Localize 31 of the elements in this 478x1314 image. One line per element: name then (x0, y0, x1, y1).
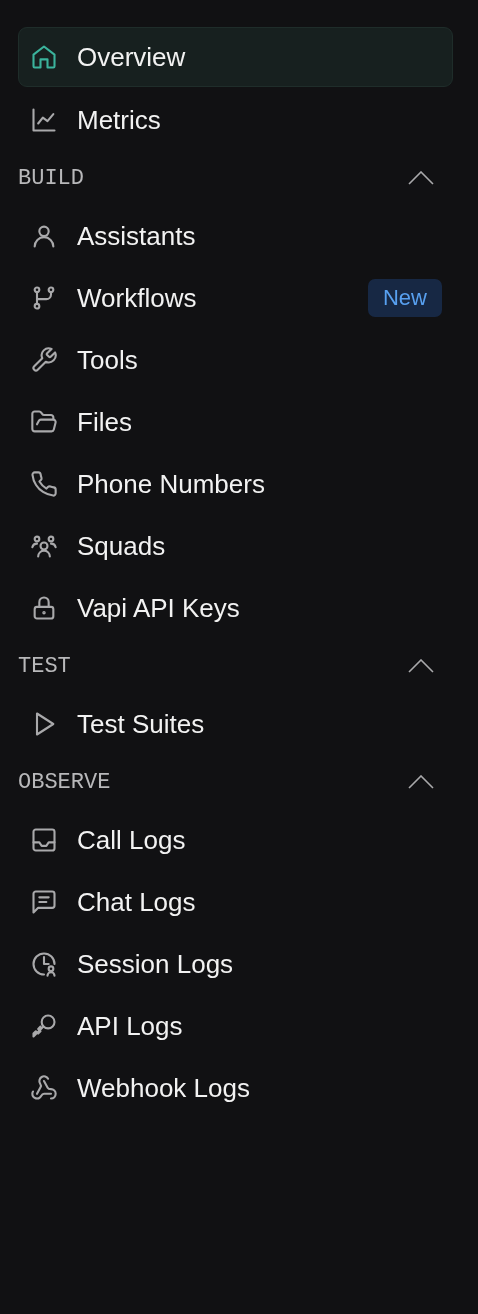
message-icon (30, 888, 58, 916)
nav-item[interactable]: Chat Logs (18, 871, 453, 933)
nav-item[interactable]: Overview (18, 27, 453, 87)
new-badge: New (368, 279, 442, 317)
section-title: OBSERVE (18, 768, 111, 797)
nav-item[interactable]: Tools (18, 329, 453, 391)
nav-item[interactable]: Assistants (18, 205, 453, 267)
home-icon (30, 43, 58, 71)
nav-item[interactable]: Vapi API Keys (18, 577, 453, 639)
wrench-icon (30, 346, 58, 374)
nav-item[interactable]: Test Suites (18, 693, 453, 755)
nav-item[interactable]: Workflows New (18, 267, 453, 329)
chevron-up-icon[interactable] (408, 659, 434, 673)
chart-icon (30, 106, 58, 134)
phone-icon (30, 470, 58, 498)
chevron-up-icon[interactable] (408, 171, 434, 185)
section-title: TEST (18, 652, 71, 681)
nav-item[interactable]: Metrics (18, 89, 453, 151)
webhook-icon (30, 1074, 58, 1102)
chevron-up-icon[interactable] (408, 775, 434, 789)
nav-item[interactable]: Call Logs (18, 809, 453, 871)
nav-item[interactable]: Squads (18, 515, 453, 577)
nav-item[interactable]: Webhook Logs (18, 1057, 453, 1119)
clock-user-icon (30, 950, 58, 978)
inbox-icon (30, 826, 58, 854)
nav-item[interactable]: Phone Numbers (18, 453, 453, 515)
nav-item[interactable]: Session Logs (18, 933, 453, 995)
nav-item[interactable]: Files (18, 391, 453, 453)
key-icon (30, 1012, 58, 1040)
section-title: BUILD (18, 164, 84, 193)
nav-item[interactable]: API Logs (18, 995, 453, 1057)
